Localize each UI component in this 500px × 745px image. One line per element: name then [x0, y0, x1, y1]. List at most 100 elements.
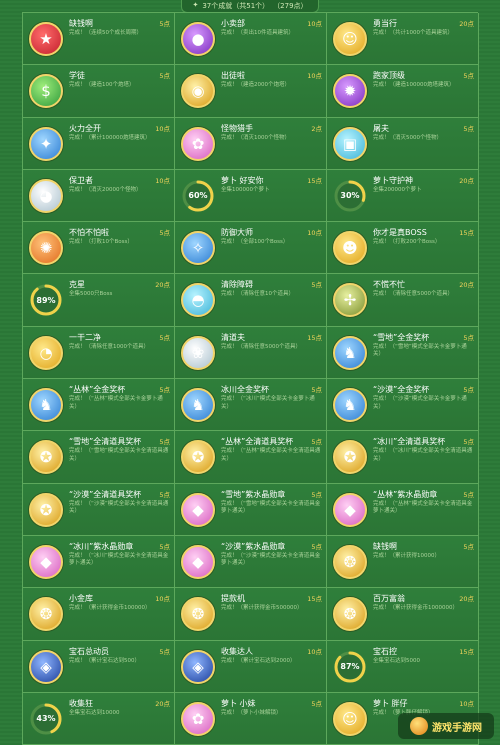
- gold-medal-icon: ✪: [29, 440, 63, 475]
- achievement-description: 完成！（“沙漠”模式全部关卡全清道具通关）: [69, 500, 169, 515]
- achievement-points: 5点: [311, 699, 322, 708]
- progress-ring: 87%: [333, 650, 367, 684]
- gold-coins-icon: ❂: [29, 597, 63, 632]
- achievement-cell[interactable]: ✿ 萝卜 小妹 5点 完成！（萝卜小妹解锁）: [175, 692, 327, 745]
- achievement-cell[interactable]: ✪ “丛林”全清道具奖杯 5点 完成！（“丛林”模式全部关卡全清道具通关）: [175, 431, 327, 484]
- achievement-description: 完成！（“冰川”模式全部关卡全清道具金萝卜通关）: [69, 552, 169, 567]
- achievement-cell[interactable]: ◈ 宝石总动员 5点 完成！（累计宝石达到500）: [23, 640, 175, 693]
- achievement-description: 完成！（“冰川”模式全部关卡金萝卜通关）: [221, 396, 315, 410]
- achievement-points: 20点: [459, 281, 474, 290]
- achievement-cell[interactable]: ◉ 出徒啦 10点 完成！（建造2000个炮塔）: [175, 65, 327, 118]
- achievement-cell[interactable]: ✪ “冰川”全清道具奖杯 5点 完成！（“冰川”模式全部关卡全清道具通关）: [327, 431, 479, 484]
- achievement-description: 完成！（建造2000个炮塔）: [221, 82, 290, 89]
- achievement-title: 清除障碍: [221, 280, 253, 290]
- achievement-points: 10点: [307, 72, 322, 81]
- achievement-cell[interactable]: ♞ “丛林”全金奖杯 5点 完成！（“丛林”模式全部关卡金萝卜通关）: [23, 379, 175, 432]
- achievement-description: 完成！（“冰川”模式全部关卡全清道具通关）: [373, 448, 473, 462]
- achievement-cell[interactable]: ❀ 清道夫 15点 完成！（清除任意5000个道具）: [175, 326, 327, 380]
- achievement-title: 百万富翁: [373, 594, 405, 604]
- achievement-cell[interactable]: 87% 宝石控 15点 全集宝石达到5000: [327, 640, 479, 693]
- achievement-points: 10点: [155, 176, 170, 185]
- achievement-cell[interactable]: ✢ 不慌不忙 20点 完成！（清除任意5000个道具）: [327, 274, 479, 327]
- achievement-description: 全集宝石达到5000: [373, 657, 420, 664]
- achievement-cell[interactable]: ◆ “丛林”紫水晶勋章 5点 完成！（“丛林”模式全部关卡全清道具金萝卜通关）: [327, 483, 479, 536]
- achievement-cell[interactable]: 43% 收集狂 20点 全集宝石达到10000: [23, 692, 175, 745]
- site-watermark: 游戏手游网: [398, 713, 494, 739]
- achievement-cell[interactable]: ✹ 跑家顶级 5点 完成！（建造100000炮塔建筑）: [327, 65, 479, 118]
- achievement-points: 5点: [311, 438, 322, 447]
- progress-percent: 87%: [340, 662, 360, 672]
- achievement-cell[interactable]: ✪ “雪地”全清道具奖杯 5点 完成！（“雪地”模式全部关卡全清道具通关）: [23, 431, 175, 484]
- achievement-title: “沙漠”全金奖杯: [373, 385, 430, 395]
- achievement-title: 小金库: [69, 594, 93, 604]
- achievement-cell[interactable]: ◈ 收集达人 10点 完成！（累计宝石达到2000）: [175, 640, 327, 693]
- pink-carrot-icon: ✿: [181, 701, 215, 736]
- achievement-title: “雪地”全清道具奖杯: [69, 437, 142, 447]
- achievement-cell[interactable]: ❂ 小金库 10点 完成！（累计获得金币100000）: [23, 588, 175, 641]
- achievement-cell[interactable]: ❂ 百万富翁 20点 完成！（累计获得金币1000000）: [327, 588, 479, 641]
- achievement-cell[interactable]: 60% 萝卜 好安你 15点 全集100000个萝卜: [175, 169, 327, 223]
- achievement-description: 完成！（建造100000炮塔建筑）: [373, 82, 455, 89]
- achievement-points: （279点）: [273, 1, 308, 10]
- achievement-points: 20点: [155, 281, 170, 290]
- achievement-cell[interactable]: ✦ 火力全开 10点 完成！（累计100000炮塔建筑）: [23, 117, 175, 170]
- achievement-cell[interactable]: ☺ 勇当行 20点 完成！（共计1000个道具建筑）: [327, 13, 479, 66]
- achievement-cell[interactable]: ♞ “沙漠”全金奖杯 5点 完成！（“沙漠”模式全部关卡金萝卜通关）: [327, 379, 479, 432]
- achievement-cell[interactable]: ◆ “雪地”紫水晶勋章 5点 完成！（“雪地”模式全部关卡全清道具金萝卜通关）: [175, 483, 327, 536]
- achievement-cell[interactable]: ◓ 清除障碍 5点 完成！（清除任意10个道具）: [175, 274, 327, 327]
- achievement-points: 5点: [159, 333, 170, 342]
- achievement-points: 5点: [463, 333, 474, 342]
- achievement-title: 小卖部: [221, 19, 245, 28]
- achievement-points: 20点: [459, 20, 474, 28]
- achievement-points: 15点: [307, 333, 322, 342]
- achievement-points: 5点: [159, 72, 170, 81]
- achievement-cell[interactable]: ◆ “沙漠”紫水晶勋章 5点 完成！（“沙漠”模式全部关卡全清道具金萝卜通关）: [175, 535, 327, 589]
- achievement-points: 10点: [307, 229, 322, 238]
- achievement-cell[interactable]: ☻ 你才是真BOSS 15点 完成！（打败200个Boss）: [327, 222, 479, 275]
- achievement-cell[interactable]: ✧ 防御大师 10点 完成！（全部100个Boss）: [175, 222, 327, 275]
- lion-monster-icon: ✺: [29, 231, 63, 266]
- achievement-description: 全集宝石达到10000: [69, 709, 120, 716]
- gold-medal-icon: ✪: [333, 440, 367, 475]
- achievement-points: 20点: [459, 176, 474, 185]
- achievement-cell[interactable]: $ 学徒 5点 完成！（建造100个炮塔）: [23, 65, 175, 118]
- achievement-title: 缺钱啊: [69, 19, 93, 28]
- achievement-description: 完成！（“沙漠”模式全部关卡全清道具金萝卜通关）: [221, 552, 321, 567]
- gold-carrot-icon: ♞: [181, 388, 215, 423]
- achievement-points: 2点: [311, 124, 322, 133]
- achievement-points: 5点: [159, 20, 170, 28]
- gold-coins-icon: ❂: [333, 544, 367, 579]
- achievement-title: 怪物猎手: [221, 123, 253, 133]
- achievement-title: “冰川”紫水晶勋章: [69, 541, 134, 551]
- achievement-cell[interactable]: ◕ 保卫者 10点 完成！（消灭20000个怪物）: [23, 169, 175, 223]
- achievement-title: 提款机: [221, 594, 245, 604]
- achievement-cell[interactable]: ● 小卖部 10点 完成！（卖出10件道具建筑）: [175, 13, 327, 66]
- balloon-icon: ❀: [181, 335, 215, 370]
- achievement-points: 5点: [159, 542, 170, 551]
- achievement-cell[interactable]: ✿ 怪物猎手 2点 完成！（消灭1000个怪物）: [175, 117, 327, 170]
- achievement-description: 完成！（建造100个炮塔）: [69, 82, 135, 89]
- achievement-title: 你才是真BOSS: [373, 228, 427, 238]
- achievement-count: 37个成就（共51个）: [202, 1, 270, 10]
- achievement-cell[interactable]: ◔ 一干二净 5点 完成！（清除任意1000个道具）: [23, 326, 175, 380]
- gold-carrot-icon: ♞: [333, 335, 367, 370]
- achievement-title: 出徒啦: [221, 71, 245, 81]
- achievement-cell[interactable]: ◆ “冰川”紫水晶勋章 5点 完成！（“冰川”模式全部关卡全清道具金萝卜通关）: [23, 535, 175, 589]
- bunny-icon: ✿: [181, 126, 215, 161]
- achievement-description: 完成！（“雪地”模式全部关卡金萝卜通关）: [373, 343, 467, 358]
- achievement-cell[interactable]: ♞ 冰川全金奖杯 5点 完成！（“冰川”模式全部关卡金萝卜通关）: [175, 379, 327, 432]
- achievement-cell[interactable]: ❂ 提款机 15点 完成！（累计获得金币500000）: [175, 588, 327, 641]
- achievement-page: ✦ 37个成就（共51个） （279点） ★ 缺钱啊 5点 完成！（连续50个成长周期…: [0, 0, 500, 745]
- achievement-cell[interactable]: ▣ 屠夫 5点 完成！（消灭5000个怪物）: [327, 117, 479, 170]
- star-icon: ✦: [192, 0, 199, 9]
- achievement-description: 完成！（打败200个Boss）: [373, 239, 441, 246]
- achievement-cell[interactable]: ★ 缺钱啊 5点 完成！（连续50个成长周期）: [23, 13, 175, 66]
- achievement-cell[interactable]: ❂ 缺钱啊 5点 完成！（累计获得10000）: [327, 535, 479, 589]
- achievement-cell[interactable]: ✪ “沙漠”全清道具奖杯 5点 完成！（“沙漠”模式全部关卡全清道具通关）: [23, 483, 175, 536]
- achievement-title: “冰川”全清道具奖杯: [373, 437, 446, 447]
- achievement-cell[interactable]: 30% 萝卜守护神 20点 全集200000个萝卜: [327, 169, 479, 223]
- achievement-points: 10点: [307, 20, 322, 28]
- achievement-cell[interactable]: ✺ 不怕不怕啦 5点 完成！（打败10个Boss）: [23, 222, 175, 275]
- achievement-cell[interactable]: ♞ “雪地”全金奖杯 5点 完成！（“雪地”模式全部关卡金萝卜通关）: [327, 326, 479, 380]
- achievement-cell[interactable]: 89% 克星 20点 全集5000只Boss: [23, 274, 175, 327]
